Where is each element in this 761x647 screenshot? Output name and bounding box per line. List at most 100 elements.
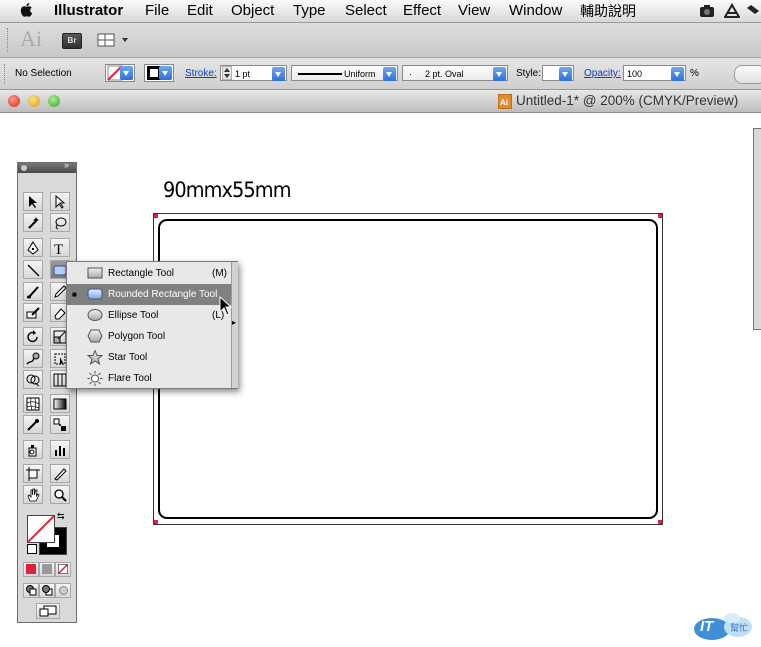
profile-arrow-icon <box>383 67 396 81</box>
selection-tool[interactable] <box>23 192 43 211</box>
menu-help[interactable]: 輔助說明 <box>580 2 636 20</box>
gradient-tool[interactable] <box>50 394 70 413</box>
pen-tool[interactable] <box>23 238 43 257</box>
shape-tools-flyout: ▸ Rectangle Tool (M) ■ Rounded Rectangle… <box>66 261 238 389</box>
menu-select[interactable]: Select <box>345 2 387 20</box>
brush-definition-dropdown[interactable]: · 2 pt. Oval <box>402 65 508 81</box>
dropbox-icon[interactable] <box>746 3 760 19</box>
menu-bar: Illustrator File Edit Object Type Select… <box>0 0 761 23</box>
color-square-icon <box>26 564 36 574</box>
apple-icon[interactable] <box>18 1 36 19</box>
shape-builder-tool[interactable] <box>23 370 43 389</box>
stroke-color-dropdown[interactable] <box>144 64 174 82</box>
magic-wand-tool[interactable] <box>23 213 43 232</box>
document-setup-button[interactable] <box>734 65 761 84</box>
app-menu[interactable]: Illustrator <box>54 2 123 20</box>
fill-color-dropdown[interactable] <box>105 64 135 82</box>
flyout-shortcut: (M) <box>212 268 227 279</box>
color-mode-button[interactable] <box>23 562 39 577</box>
drive-icon[interactable] <box>724 3 740 19</box>
svg-text:Ai: Ai <box>500 98 508 107</box>
eraser-icon <box>54 308 66 320</box>
flyout-polygon-tool[interactable]: Polygon Tool <box>67 326 231 347</box>
paintbrush-tool[interactable] <box>23 282 43 301</box>
flyout-star-tool[interactable]: Star Tool <box>67 347 231 368</box>
stroke-dropdown-arrow-icon <box>159 66 172 80</box>
swap-fill-stroke-icon[interactable]: ⇆ <box>57 511 65 522</box>
flyout-rectangle-tool[interactable]: Rectangle Tool (M) <box>67 263 231 284</box>
direct-selection-tool[interactable] <box>50 192 70 211</box>
gradient-mode-button[interactable] <box>39 562 55 577</box>
flyout-ellipse-tool[interactable]: Ellipse Tool (L) <box>67 305 231 326</box>
menu-effect[interactable]: Effect <box>403 2 441 20</box>
menu-view[interactable]: View <box>458 2 490 20</box>
opacity-value: 100 <box>627 69 643 79</box>
line-segment-icon <box>27 264 40 277</box>
menu-window[interactable]: Window <box>509 2 562 20</box>
warp-tool[interactable] <box>23 349 43 368</box>
lasso-tool[interactable] <box>50 213 70 232</box>
arrange-documents-button[interactable] <box>97 32 133 48</box>
flyout-flare-tool[interactable]: Flare Tool <box>67 368 231 389</box>
warp-icon <box>26 352 40 365</box>
blob-brush-tool[interactable] <box>23 303 43 322</box>
column-graph-tool[interactable] <box>50 440 70 459</box>
menu-edit[interactable]: Edit <box>187 2 213 20</box>
zoom-tool[interactable] <box>50 485 70 504</box>
bridge-button[interactable]: Br <box>62 33 82 49</box>
none-mode-button[interactable] <box>55 562 71 577</box>
eyedropper-tool[interactable] <box>23 415 43 434</box>
draw-behind-button[interactable] <box>39 583 55 598</box>
rotate-tool[interactable] <box>23 327 43 346</box>
line-segment-tool[interactable] <box>23 260 43 279</box>
screen-mode-button[interactable] <box>36 603 60 619</box>
variable-width-profile-dropdown[interactable]: Uniform <box>291 65 398 81</box>
minimize-window-icon[interactable] <box>28 95 40 107</box>
control-grip[interactable] <box>4 64 7 84</box>
blend-tool[interactable] <box>50 415 70 434</box>
menu-type[interactable]: Type <box>293 2 326 20</box>
collapsed-panel-dock[interactable] <box>753 128 761 330</box>
tools-panel-header[interactable]: » <box>18 160 76 173</box>
bleed-corner-mark <box>658 214 662 218</box>
ellipse-icon <box>87 309 103 321</box>
perspective-grid-icon <box>53 373 67 387</box>
menu-file[interactable]: File <box>145 2 169 20</box>
zoom-window-icon[interactable] <box>48 95 60 107</box>
stroke-weight-field[interactable]: 1 pt <box>220 65 287 81</box>
flyout-label: Rounded Rectangle Tool <box>108 289 218 300</box>
type-tool[interactable]: T <box>50 238 70 257</box>
panel-close-icon[interactable] <box>21 165 27 171</box>
stepper-icon[interactable] <box>222 66 232 80</box>
camera-icon[interactable] <box>699 3 715 19</box>
paintbrush-icon <box>27 286 39 299</box>
panel-collapse-icon[interactable]: » <box>64 160 69 170</box>
graphic-style-dropdown[interactable] <box>542 65 574 81</box>
default-colors-icon[interactable] <box>27 544 37 554</box>
artboard-tool[interactable] <box>23 464 43 483</box>
grip-handle[interactable] <box>7 28 10 52</box>
none-square-icon <box>58 564 68 574</box>
stroke-link[interactable]: Stroke: <box>185 68 217 79</box>
opacity-arrow-icon <box>671 67 684 81</box>
brush-dash: · <box>409 69 412 79</box>
close-window-icon[interactable] <box>8 95 20 107</box>
stroke-weight-arrow-icon <box>272 67 285 81</box>
fill-swatch-front[interactable] <box>27 515 55 543</box>
hand-tool[interactable] <box>23 485 43 504</box>
ai-logo: Ai <box>20 26 42 51</box>
artboard-size-note: 90mmx55mm <box>163 178 292 202</box>
menu-object[interactable]: Object <box>231 2 274 20</box>
opacity-link[interactable]: Opacity: <box>584 68 621 79</box>
slice-tool[interactable] <box>50 464 70 483</box>
style-arrow-icon <box>559 67 572 81</box>
draw-normal-button[interactable] <box>23 583 39 598</box>
symbol-sprayer-tool[interactable] <box>23 440 43 459</box>
document-title-bar: Ai Untitled-1* @ 200% (CMYK/Preview) <box>0 90 761 113</box>
draw-inside-button[interactable] <box>55 583 71 598</box>
opacity-field[interactable]: 100 <box>623 65 686 81</box>
mesh-tool[interactable] <box>23 394 43 413</box>
draw-behind-icon <box>42 585 53 596</box>
flyout-rounded-rectangle-tool[interactable]: ■ Rounded Rectangle Tool <box>67 284 231 305</box>
tearoff-arrow-icon[interactable]: ▸ <box>232 318 236 327</box>
